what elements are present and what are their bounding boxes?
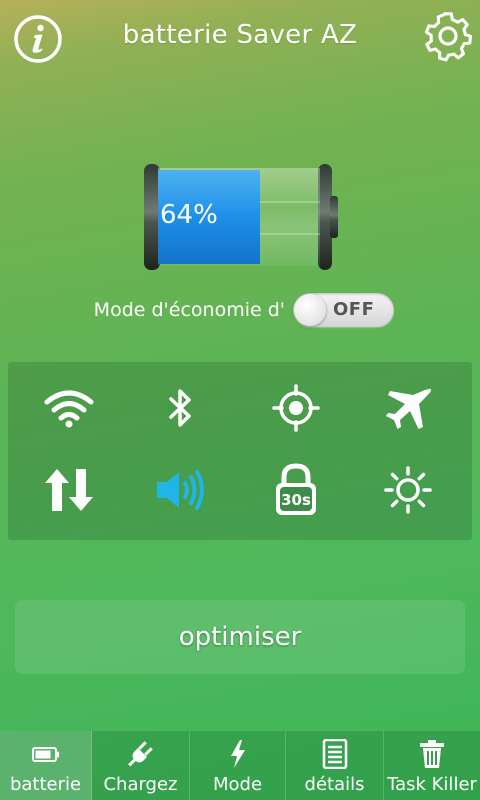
speaker-icon [157,470,204,510]
screen-lock-timer-icon: 30s [276,463,316,515]
plug-icon [127,741,153,767]
tab-label: Task Killer [387,774,477,795]
tab-label: Mode [212,774,263,795]
app-screen: batterie Saver AZ 64% Mode d'économie d'… [0,0,480,800]
wifi-toggle[interactable] [34,378,104,438]
toggle-knob [294,294,326,326]
info-button[interactable] [13,14,63,64]
tab-chargez[interactable]: Chargez [92,731,190,800]
battery-percentage: 64% [160,200,218,230]
airplane-icon [386,388,431,429]
mobile-data-toggle[interactable] [34,460,104,520]
trash-icon [420,740,444,768]
tab-label: Chargez [103,774,178,795]
lightning-icon [230,740,245,768]
gear-icon [424,12,473,62]
tab-mode[interactable]: Mode [190,731,286,800]
wifi-icon [44,390,94,428]
tab-label: batterie [9,774,82,795]
gps-icon [272,384,320,432]
tab-batterie[interactable]: batterie [0,731,92,800]
tab-task-killer[interactable]: Task Killer [384,731,480,800]
sound-toggle[interactable] [146,460,216,520]
power-saving-toggle[interactable]: OFF [293,293,394,327]
app-title: batterie Saver AZ [122,20,358,50]
timer-label: 30s [281,491,311,509]
battery-indicator: 64% [140,162,340,272]
brightness-icon [384,466,432,514]
toggle-state: OFF [333,299,375,320]
settings-button[interactable] [423,12,475,64]
data-transfer-icon [45,469,93,511]
airplane-toggle[interactable] [373,378,443,438]
bluetooth-icon [169,389,191,427]
power-saving-row: Mode d'économie d' OFF [0,290,480,332]
header: batterie Saver AZ [0,0,480,78]
tab-details[interactable]: détails [286,731,384,800]
brightness-toggle[interactable] [373,460,443,520]
document-icon [322,739,347,769]
tab-label: détails [304,774,365,795]
quick-toggle-panel: 30s [8,362,472,540]
screen-timeout-toggle[interactable]: 30s [261,460,331,520]
gps-toggle[interactable] [261,378,331,438]
info-icon [14,15,62,63]
bluetooth-toggle[interactable] [146,378,216,438]
battery-icon [31,747,59,762]
bottom-tab-bar: batterie Chargez Mode détails Task Kille… [0,731,480,800]
optimize-button[interactable]: optimiser [15,600,465,674]
power-saving-label: Mode d'économie d' [93,299,285,321]
